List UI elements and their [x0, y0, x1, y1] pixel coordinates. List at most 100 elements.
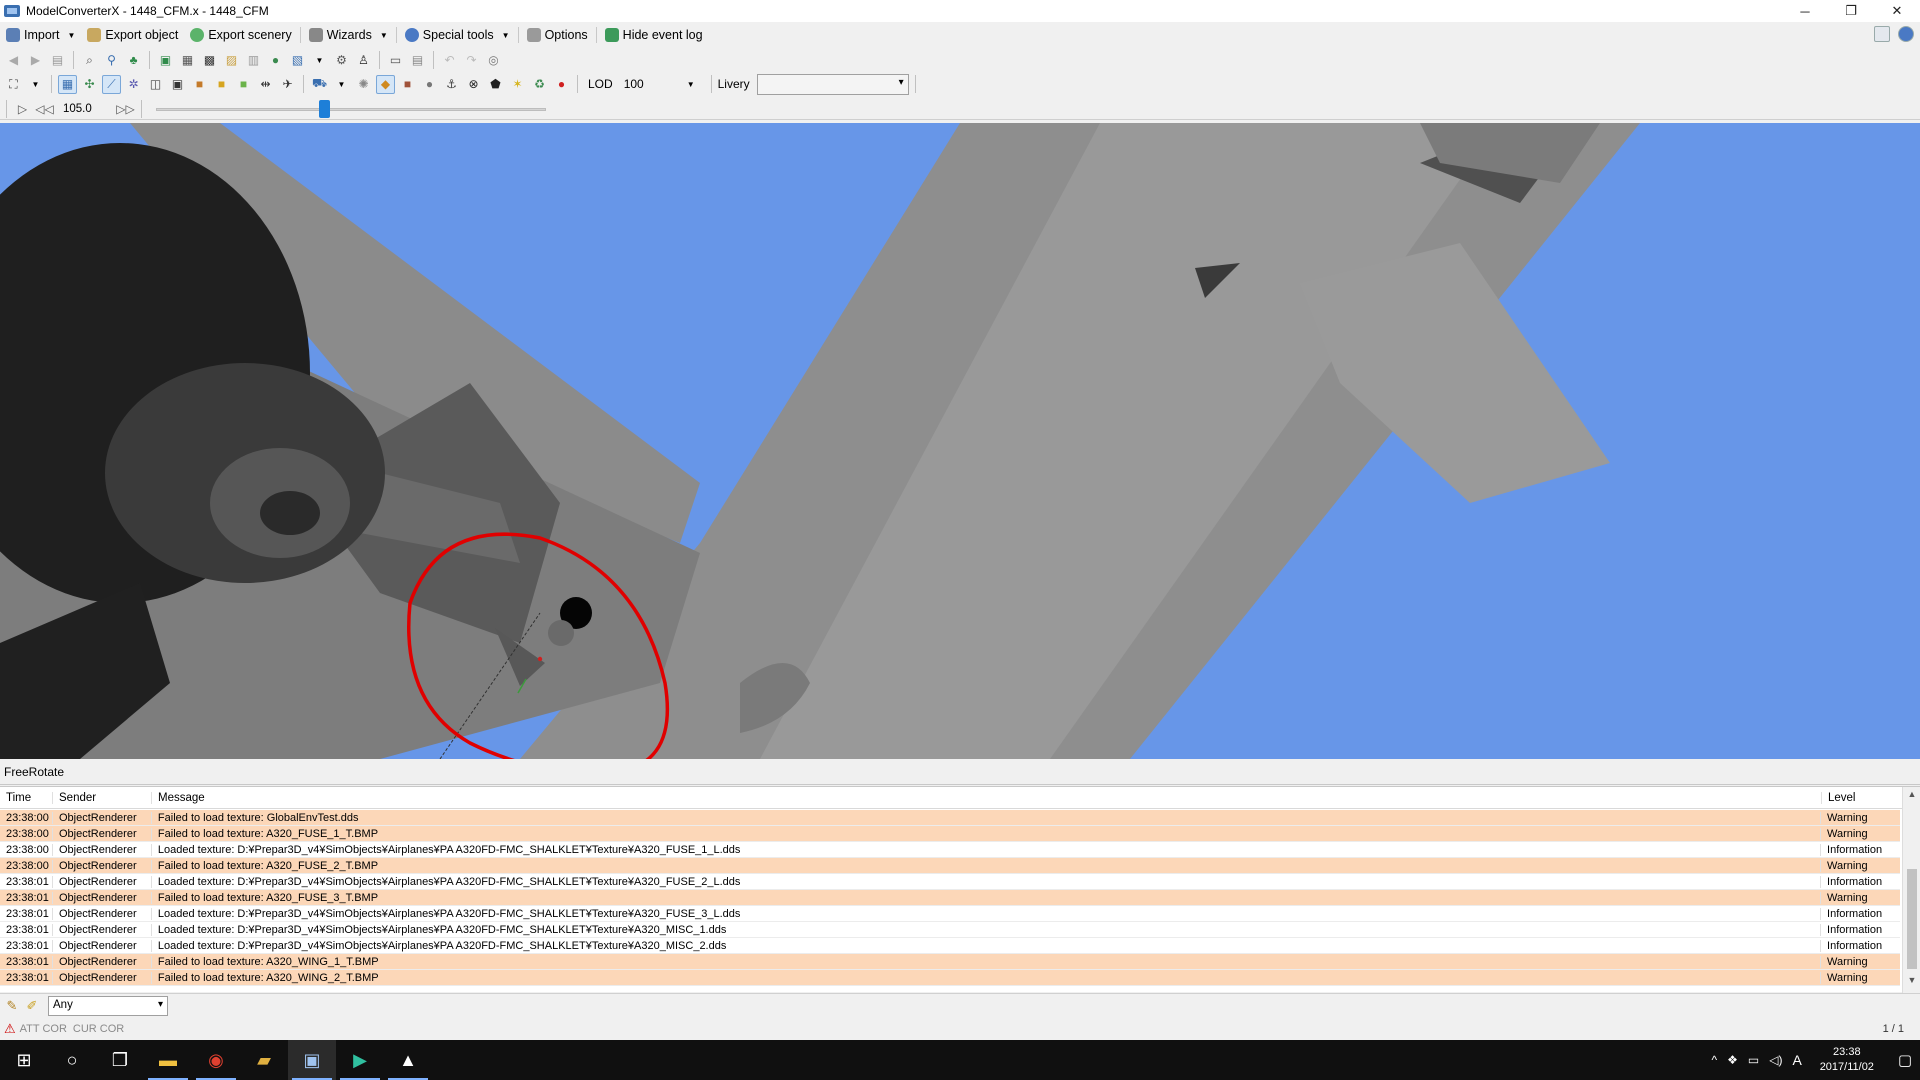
log-row[interactable]: 23:38:00 ObjectRenderer Failed to load t…: [0, 826, 1900, 842]
volume-icon[interactable]: ◁): [1769, 1053, 1782, 1067]
edit-icon[interactable]: ✎: [4, 998, 20, 1014]
restore-button[interactable]: ❐: [1828, 0, 1874, 22]
clock[interactable]: 23:38 2017/11/02: [1812, 1045, 1882, 1075]
attach-icon[interactable]: ⚙: [332, 51, 351, 70]
slider-thumb[interactable]: [318, 99, 330, 118]
reset-icon[interactable]: ◎: [484, 51, 503, 70]
warning-icon[interactable]: ⚠: [4, 1021, 16, 1037]
chrome-icon[interactable]: ◉: [192, 1040, 240, 1080]
tray-chevron-icon[interactable]: ^: [1711, 1053, 1717, 1067]
log-scrollbar[interactable]: ▲ ▼: [1902, 787, 1920, 993]
log-row[interactable]: 23:38:01 ObjectRenderer Loaded texture: …: [0, 938, 1900, 954]
grid-icon[interactable]: ▥: [244, 51, 263, 70]
lod-select[interactable]: 100: [624, 77, 684, 91]
close-button[interactable]: ✕: [1874, 0, 1920, 22]
log-row[interactable]: 23:38:00 ObjectRenderer Failed to load t…: [0, 810, 1900, 826]
windows-start-icon[interactable]: ⊞: [0, 1040, 48, 1080]
column-header-sender[interactable]: Sender: [52, 791, 151, 804]
network-icon[interactable]: ▭: [1748, 1053, 1759, 1067]
rewind-icon[interactable]: ◁◁: [35, 99, 54, 118]
anchor-icon[interactable]: ⚓: [442, 75, 461, 94]
import-menu[interactable]: Import ▼: [0, 24, 81, 46]
back-arrow-icon[interactable]: ◀: [4, 51, 23, 70]
dropdown-arrow-icon[interactable]: ▼: [332, 75, 351, 94]
image-icon[interactable]: ▨: [222, 51, 241, 70]
earth-icon[interactable]: ●: [266, 51, 285, 70]
normals-icon[interactable]: ⟋: [102, 74, 121, 94]
undo-icon[interactable]: ↶: [440, 51, 459, 70]
export-object-button[interactable]: Export object: [81, 24, 184, 46]
apple-icon[interactable]: ●: [552, 75, 571, 94]
axis-icon[interactable]: ✣: [80, 75, 99, 94]
film-icon[interactable]: ▩: [200, 51, 219, 70]
animation-slider[interactable]: [156, 99, 546, 119]
hide-event-log-button[interactable]: Hide event log: [599, 24, 709, 46]
screenshot-icon[interactable]: ▭: [386, 51, 405, 70]
3d-viewport[interactable]: [0, 123, 1920, 759]
speed-value[interactable]: 105.0: [63, 103, 113, 115]
material-editor-icon[interactable]: ▣: [156, 51, 175, 70]
log-row[interactable]: 23:38:01 ObjectRenderer Loaded texture: …: [0, 874, 1900, 890]
redo-icon[interactable]: ↷: [462, 51, 481, 70]
network-icon[interactable]: ▧: [288, 51, 307, 70]
export-scenery-button[interactable]: Export scenery: [184, 24, 297, 46]
fit-view-icon[interactable]: ⛶: [4, 75, 23, 94]
recycle-icon[interactable]: ♻: [530, 75, 549, 94]
texture-toggle-icon[interactable]: ■: [190, 75, 209, 94]
minimize-button[interactable]: ─: [1782, 0, 1828, 22]
log-row[interactable]: 23:38:01 ObjectRenderer Failed to load t…: [0, 954, 1900, 970]
material-icon[interactable]: ⬟: [486, 75, 505, 94]
hierarchy-icon[interactable]: ♣: [124, 51, 143, 70]
texture-icon[interactable]: ▦: [178, 51, 197, 70]
shading-icon[interactable]: ◆: [376, 74, 395, 94]
grid-toggle-icon[interactable]: ▦: [58, 74, 77, 94]
options-button[interactable]: Options: [521, 24, 594, 46]
lighting-icon[interactable]: ✺: [354, 75, 373, 94]
log-row[interactable]: 23:38:01 ObjectRenderer Loaded texture: …: [0, 922, 1900, 938]
layout-icon[interactable]: [1874, 26, 1890, 42]
zoom-icon[interactable]: ⌕: [80, 51, 99, 70]
effects-icon[interactable]: ✶: [508, 75, 527, 94]
level-filter-select[interactable]: Any: [48, 995, 168, 1016]
log-row[interactable]: 23:38:00 ObjectRenderer Failed to load t…: [0, 858, 1900, 874]
scroll-down-icon[interactable]: ▼: [1903, 975, 1920, 991]
app-taskbar-icon[interactable]: ▶: [336, 1040, 384, 1080]
scroll-up-icon[interactable]: ▲: [1903, 789, 1920, 805]
ground-icon[interactable]: ■: [234, 75, 253, 94]
modelconverterx-taskbar-icon[interactable]: ▣: [288, 1040, 336, 1080]
airplane-icon[interactable]: ✈: [278, 75, 297, 94]
column-header-message[interactable]: Message: [151, 791, 1821, 804]
play-icon[interactable]: ▷: [13, 99, 32, 118]
log-row[interactable]: 23:38:01 ObjectRenderer Failed to load t…: [0, 890, 1900, 906]
log-row[interactable]: 23:38:01 ObjectRenderer Failed to load t…: [0, 970, 1900, 986]
vehicle-icon[interactable]: ⛟: [310, 75, 329, 94]
document-icon[interactable]: ▤: [408, 51, 427, 70]
color-toggle-icon[interactable]: ■: [212, 75, 231, 94]
wireframe-icon[interactable]: ◫: [146, 75, 165, 94]
notifications-icon[interactable]: ▢: [1898, 1051, 1912, 1069]
log-row[interactable]: 23:38:01 ObjectRenderer Loaded texture: …: [0, 906, 1900, 922]
log-row[interactable]: 23:38:00 ObjectRenderer Loaded texture: …: [0, 842, 1900, 858]
wizards-menu[interactable]: Wizards ▼: [303, 24, 394, 46]
help-icon[interactable]: [1898, 26, 1914, 42]
forward-arrow-icon[interactable]: ▶: [26, 51, 45, 70]
task-view-icon[interactable]: ❐: [96, 1040, 144, 1080]
clear-log-icon[interactable]: ✐: [24, 998, 40, 1014]
chevron-down-icon[interactable]: ▼: [687, 80, 695, 89]
file-explorer-icon[interactable]: ▬: [144, 1040, 192, 1080]
runway-icon[interactable]: ⇹: [256, 75, 275, 94]
column-header-level[interactable]: Level: [1821, 791, 1901, 804]
column-header-time[interactable]: Time: [0, 792, 52, 804]
sphere-icon[interactable]: ●: [420, 75, 439, 94]
bones-icon[interactable]: ✲: [124, 75, 143, 94]
checker-icon[interactable]: ⊗: [464, 75, 483, 94]
person-icon[interactable]: ♙: [354, 51, 373, 70]
dropdown-arrow-icon[interactable]: ▼: [310, 51, 329, 70]
special-tools-menu[interactable]: Special tools ▼: [399, 24, 516, 46]
fast-forward-icon[interactable]: ▷▷: [116, 99, 135, 118]
marker-icon[interactable]: ⚲: [102, 51, 121, 70]
search-icon[interactable]: ○: [48, 1040, 96, 1080]
box-icon[interactable]: ▣: [168, 75, 187, 94]
cube-icon[interactable]: ■: [398, 75, 417, 94]
dropbox-icon[interactable]: ❖: [1727, 1053, 1738, 1067]
